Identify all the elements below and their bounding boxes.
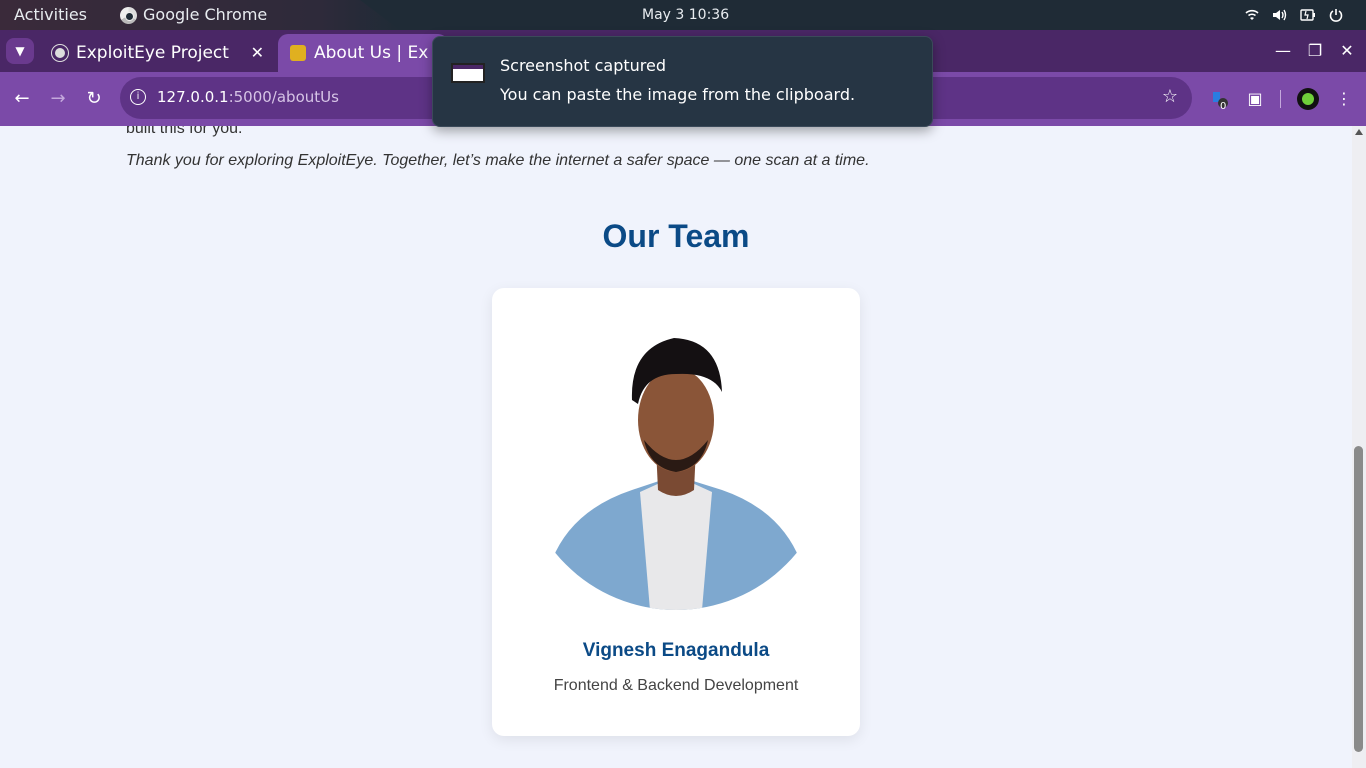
system-tray[interactable] <box>1244 0 1344 30</box>
extension-badge: 0 <box>1220 101 1227 112</box>
shield-extension-icon <box>1213 92 1228 108</box>
battery-icon <box>1300 9 1315 21</box>
tab-about-us[interactable]: About Us | Ex <box>278 34 448 72</box>
member-name: Vignesh Enagandula <box>582 640 770 661</box>
url-path: :5000/aboutUs <box>228 88 339 106</box>
close-window-button[interactable]: ✕ <box>1331 30 1363 72</box>
team-heading: Our Team <box>602 218 750 254</box>
tab-exploiteye-project[interactable]: ExploitEye Project ✕ <box>40 34 276 72</box>
vertical-scrollbar[interactable] <box>1352 126 1366 768</box>
forward-icon[interactable]: → <box>44 85 72 113</box>
app-menu[interactable]: Google Chrome <box>120 0 267 30</box>
profile-icon[interactable] <box>1297 88 1319 110</box>
back-icon[interactable]: ← <box>8 85 36 113</box>
thank-you-text: Thank you for exploring ExploitEye. Toge… <box>126 152 870 169</box>
team-member-card: Vignesh Enagandula Frontend & Backend De… <box>492 288 860 736</box>
chevron-down-icon: ▼ <box>15 44 25 58</box>
system-top-bar: Activities Google Chrome May 3 10:36 <box>0 0 1366 30</box>
member-photo <box>552 330 800 610</box>
star-icon[interactable]: ☆ <box>1162 86 1178 107</box>
site-favicon-icon <box>290 45 306 61</box>
activities-label: Activities <box>14 5 87 24</box>
activities-button[interactable]: Activities <box>0 0 101 30</box>
wifi-icon <box>1245 9 1259 20</box>
tab-search-button[interactable]: ▼ <box>6 38 34 64</box>
minimize-button[interactable]: — <box>1267 30 1299 72</box>
app-name: Google Chrome <box>143 5 268 24</box>
notification-body: You can paste the image from the clipboa… <box>500 85 856 104</box>
puzzle-icon[interactable]: ▣ <box>1244 88 1266 110</box>
maximize-button[interactable]: ❐ <box>1299 30 1331 72</box>
site-info-icon[interactable]: i <box>130 89 146 105</box>
toolbar-divider <box>1280 90 1281 108</box>
profile-avatar <box>1302 93 1314 105</box>
notification-title: Screenshot captured <box>500 56 667 75</box>
power-icon <box>1329 9 1343 22</box>
member-role: Frontend & Backend Development <box>553 677 799 694</box>
paragraph-partial: built this for you. <box>126 126 243 137</box>
tab-title: ExploitEye Project <box>76 43 229 63</box>
scroll-thumb[interactable] <box>1354 446 1363 752</box>
scroll-up-arrow[interactable] <box>1355 129 1363 135</box>
reload-icon[interactable]: ↻ <box>80 85 108 113</box>
close-icon[interactable]: ✕ <box>251 43 264 62</box>
clock[interactable]: May 3 10:36 <box>642 0 729 30</box>
url-text[interactable]: 127.0.0.1:5000/aboutUs <box>157 88 339 106</box>
screenshot-notification[interactable]: Screenshot captured You can paste the im… <box>432 36 933 127</box>
chrome-icon <box>120 6 137 24</box>
extension-icon[interactable]: 0 <box>1208 88 1230 112</box>
page-content: built this for you. Thank you for explor… <box>0 126 1352 768</box>
globe-icon <box>52 45 68 61</box>
url-host: 127.0.0.1 <box>157 88 229 106</box>
volume-icon <box>1273 9 1287 21</box>
screenshot-thumbnail <box>451 63 485 83</box>
menu-icon[interactable]: ⋮ <box>1333 88 1355 110</box>
tab-title: About Us | Ex <box>314 43 429 63</box>
